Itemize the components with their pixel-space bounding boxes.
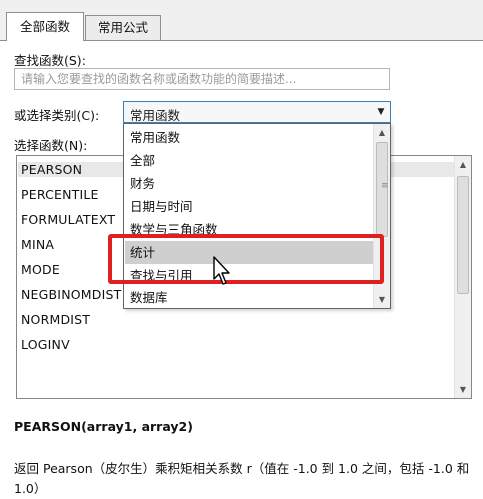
category-label: 或选择类别(C): — [14, 108, 100, 123]
list-item[interactable]: PERCENTILE — [21, 187, 99, 202]
chevron-down-icon[interactable]: ▼ — [372, 102, 390, 122]
function-panel: 查找函数(S): 或选择类别(C): 常用函数 ▼ 选择函数(N): PEARS… — [0, 40, 483, 496]
dropdown-option[interactable]: 数学与三角函数 — [125, 218, 373, 241]
scroll-thumb[interactable]: ≡ — [376, 142, 389, 237]
scroll-down-icon[interactable]: ▼ — [455, 381, 471, 398]
dropdown-option[interactable]: 日期与时间 — [125, 195, 373, 218]
dropdown-scrollbar[interactable]: ▲ ≡ ▼ — [373, 124, 390, 308]
search-input[interactable] — [14, 68, 390, 90]
mouse-cursor-icon — [213, 256, 230, 285]
list-item[interactable]: MODE — [21, 262, 60, 277]
list-item[interactable]: NORMDIST — [21, 312, 90, 327]
scroll-up-icon[interactable]: ▲ — [374, 124, 390, 141]
scroll-down-icon[interactable]: ▼ — [374, 291, 390, 308]
function-list-label: 选择函数(N): — [14, 138, 88, 153]
tab-strip: 全部函数 常用公式 — [0, 0, 483, 41]
search-label: 查找函数(S): — [14, 53, 86, 68]
dropdown-option[interactable]: 数据库 — [125, 286, 373, 309]
list-item[interactable]: MINA — [21, 237, 54, 252]
function-description: 返回 Pearson（皮尔生）乘积矩相关系数 r（值在 -1.0 到 1.0 之… — [14, 461, 470, 496]
dropdown-option[interactable]: 财务 — [125, 172, 373, 195]
function-list-scrollbar[interactable]: ▲ ▼ — [454, 156, 471, 398]
function-signature: PEARSON(array1, array2) — [14, 419, 193, 434]
scroll-thumb[interactable] — [457, 176, 469, 294]
dropdown-option[interactable]: 全部 — [125, 149, 373, 172]
list-item[interactable]: LOGINV — [21, 337, 70, 352]
category-select-value: 常用函数 — [130, 108, 181, 123]
tab-common-formulas[interactable]: 常用公式 — [85, 15, 161, 40]
list-item[interactable]: FORMULATEXT — [21, 212, 115, 227]
list-item[interactable]: NEGBINOMDIST — [21, 287, 121, 302]
category-select[interactable]: 常用函数 ▼ — [123, 101, 391, 123]
scroll-up-icon[interactable]: ▲ — [455, 156, 471, 173]
tab-all-functions[interactable]: 全部函数 — [6, 12, 84, 41]
dropdown-option[interactable]: 常用函数 — [125, 126, 373, 149]
category-dropdown[interactable]: 常用函数 全部 财务 日期与时间 数学与三角函数 统计 查找与引用 数据库 ▲ … — [123, 123, 391, 309]
dropdown-option[interactable]: 查找与引用 — [125, 264, 373, 287]
dropdown-option-hovered[interactable]: 统计 — [125, 241, 373, 264]
grip-icon: ≡ — [381, 181, 389, 191]
